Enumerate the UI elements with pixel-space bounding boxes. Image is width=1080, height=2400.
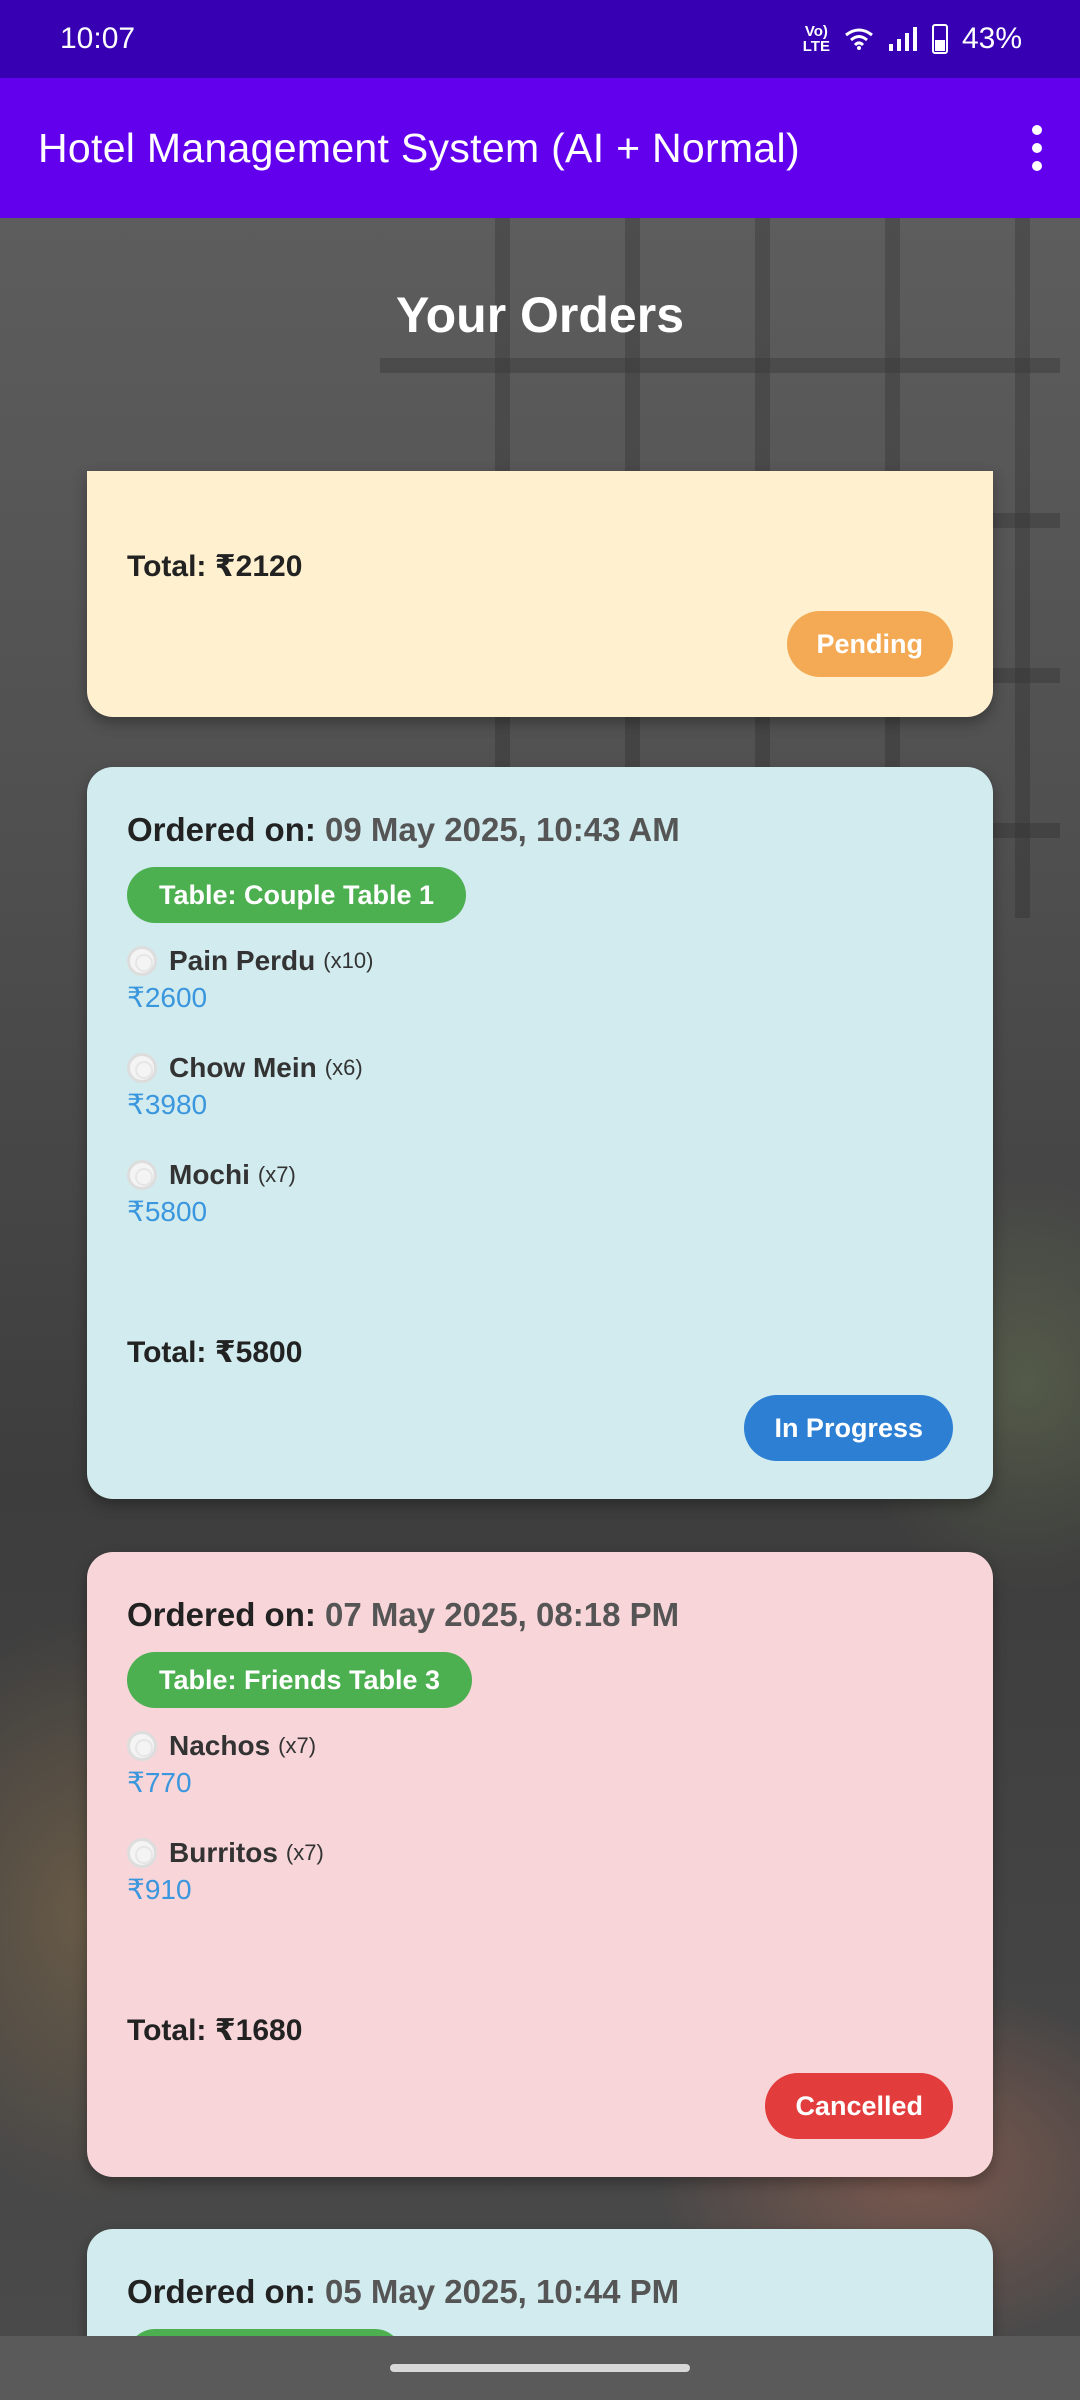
item-price: ₹770 [127, 1767, 192, 1798]
table-badge: Table: Couple Table 1 [127, 867, 467, 923]
item-qty: (x6) [324, 1055, 363, 1080]
item-name: Pain Perdu [169, 945, 316, 976]
order-item: Nachos (x7) ₹770 [127, 1730, 316, 1799]
order-item: Chow Mein (x6) ₹3980 [127, 1052, 363, 1121]
status-button-in-progress[interactable]: In Progress [744, 1395, 953, 1461]
wifi-icon [845, 28, 873, 50]
plate-icon [127, 946, 157, 976]
item-name: Chow Mein [169, 1052, 317, 1083]
plate-icon [127, 1731, 157, 1761]
table-badge [127, 2329, 403, 2336]
status-bar: 10:07 Vo) LTE 43% [0, 0, 1080, 78]
order-date: Ordered on: 09 May 2025, 10:43 AM [127, 811, 680, 848]
page-title: Your Orders [395, 287, 685, 343]
item-price: ₹5800 [127, 1196, 208, 1227]
battery-icon [931, 24, 948, 54]
item-qty: (x10) [323, 948, 374, 973]
status-icons: Vo) LTE 43% [803, 22, 1022, 56]
status-button-cancelled[interactable]: Cancelled [765, 2073, 953, 2139]
item-qty: (x7) [285, 1840, 324, 1865]
plate-icon [127, 1838, 157, 1868]
app-bar: Hotel Management System (AI + Normal) [0, 78, 1080, 218]
item-name: Mochi [169, 1159, 250, 1190]
signal-icon [888, 27, 917, 51]
order-item: Burritos (x7) ₹910 [127, 1837, 324, 1906]
app-title: Hotel Management System (AI + Normal) [38, 124, 800, 171]
plate-icon [127, 1160, 157, 1190]
item-qty: (x7) [278, 1733, 317, 1758]
more-vert-icon[interactable] [1032, 125, 1042, 171]
order-date: Ordered on: 05 May 2025, 10:44 PM [127, 2273, 680, 2310]
order-total: Total: ₹1680 [127, 2014, 303, 2047]
order-card[interactable]: Ordered on: 09 May 2025, 10:43 AM Table:… [87, 767, 993, 1499]
navigation-bar [0, 2336, 1080, 2400]
orders-screen[interactable]: Your Orders Total: ₹2120 Pending Ordered… [0, 218, 1080, 2336]
table-badge: Table: Friends Table 3 [127, 1652, 473, 1708]
item-qty: (x7) [257, 1162, 296, 1187]
status-time: 10:07 [60, 22, 136, 55]
order-card[interactable]: Ordered on: 07 May 2025, 08:18 PM Table:… [87, 1552, 993, 2177]
order-card[interactable]: Ordered on: 05 May 2025, 10:44 PM [87, 2229, 993, 2336]
item-name: Burritos [169, 1837, 278, 1868]
order-item: Mochi (x7) ₹5800 [127, 1159, 296, 1228]
item-name: Nachos [169, 1730, 271, 1761]
home-gesture-handle[interactable] [390, 2364, 690, 2372]
plate-icon [127, 1053, 157, 1083]
status-button-pending[interactable]: Pending [786, 611, 953, 677]
item-price: ₹2600 [127, 982, 208, 1013]
order-total: Total: ₹2120 [127, 550, 303, 583]
item-price: ₹910 [127, 1874, 192, 1905]
volte-icon: Vo) LTE [802, 23, 830, 55]
order-item: Pain Perdu (x10) ₹2600 [127, 945, 373, 1014]
order-card[interactable]: Total: ₹2120 Pending [87, 471, 993, 717]
battery-percent: 43% [961, 22, 1022, 55]
item-price: ₹3980 [127, 1089, 208, 1120]
order-total: Total: ₹5800 [127, 1336, 303, 1369]
order-date: Ordered on: 07 May 2025, 08:18 PM [127, 1596, 680, 1633]
